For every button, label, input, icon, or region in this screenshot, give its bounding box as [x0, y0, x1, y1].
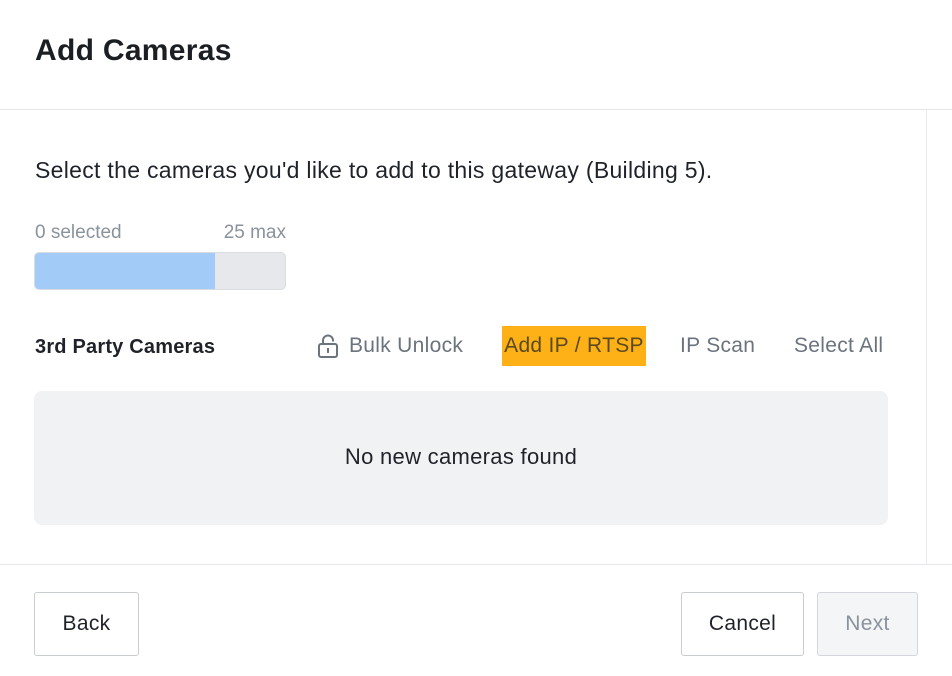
dialog-header: Add Cameras [0, 0, 952, 110]
selection-progress-bar [34, 252, 286, 290]
section-header: 3rd Party Cameras Bulk Unlock Add IP / R… [35, 326, 888, 366]
select-all-button[interactable]: Select All [794, 326, 883, 366]
camera-list-empty: No new cameras found [34, 391, 888, 525]
cancel-button[interactable]: Cancel [681, 592, 804, 656]
next-button[interactable]: Next [817, 592, 918, 656]
lock-icon [318, 334, 338, 358]
dialog-content: Select the cameras you'd like to add to … [0, 110, 952, 565]
selection-progress-fill [35, 253, 215, 289]
back-button[interactable]: Back [34, 592, 139, 656]
max-count: 25 max [223, 222, 286, 243]
empty-state-text: No new cameras found [344, 444, 578, 469]
page-title: Add Cameras [35, 34, 232, 67]
scrollbar[interactable] [926, 110, 952, 565]
bulk-unlock-label: Bulk Unlock [349, 334, 464, 357]
add-ip-rtsp-button[interactable]: Add IP / RTSP [502, 326, 646, 366]
intro-text: Select the cameras you'd like to add to … [35, 157, 713, 183]
section-title: 3rd Party Cameras [35, 336, 216, 358]
selected-count: 0 selected [35, 222, 122, 243]
bulk-unlock-button[interactable]: Bulk Unlock [317, 326, 463, 366]
ip-scan-button[interactable]: IP Scan [680, 326, 755, 366]
selection-counter: 0 selected 25 max [35, 222, 286, 246]
dialog-footer: Back Cancel Next [0, 564, 952, 676]
